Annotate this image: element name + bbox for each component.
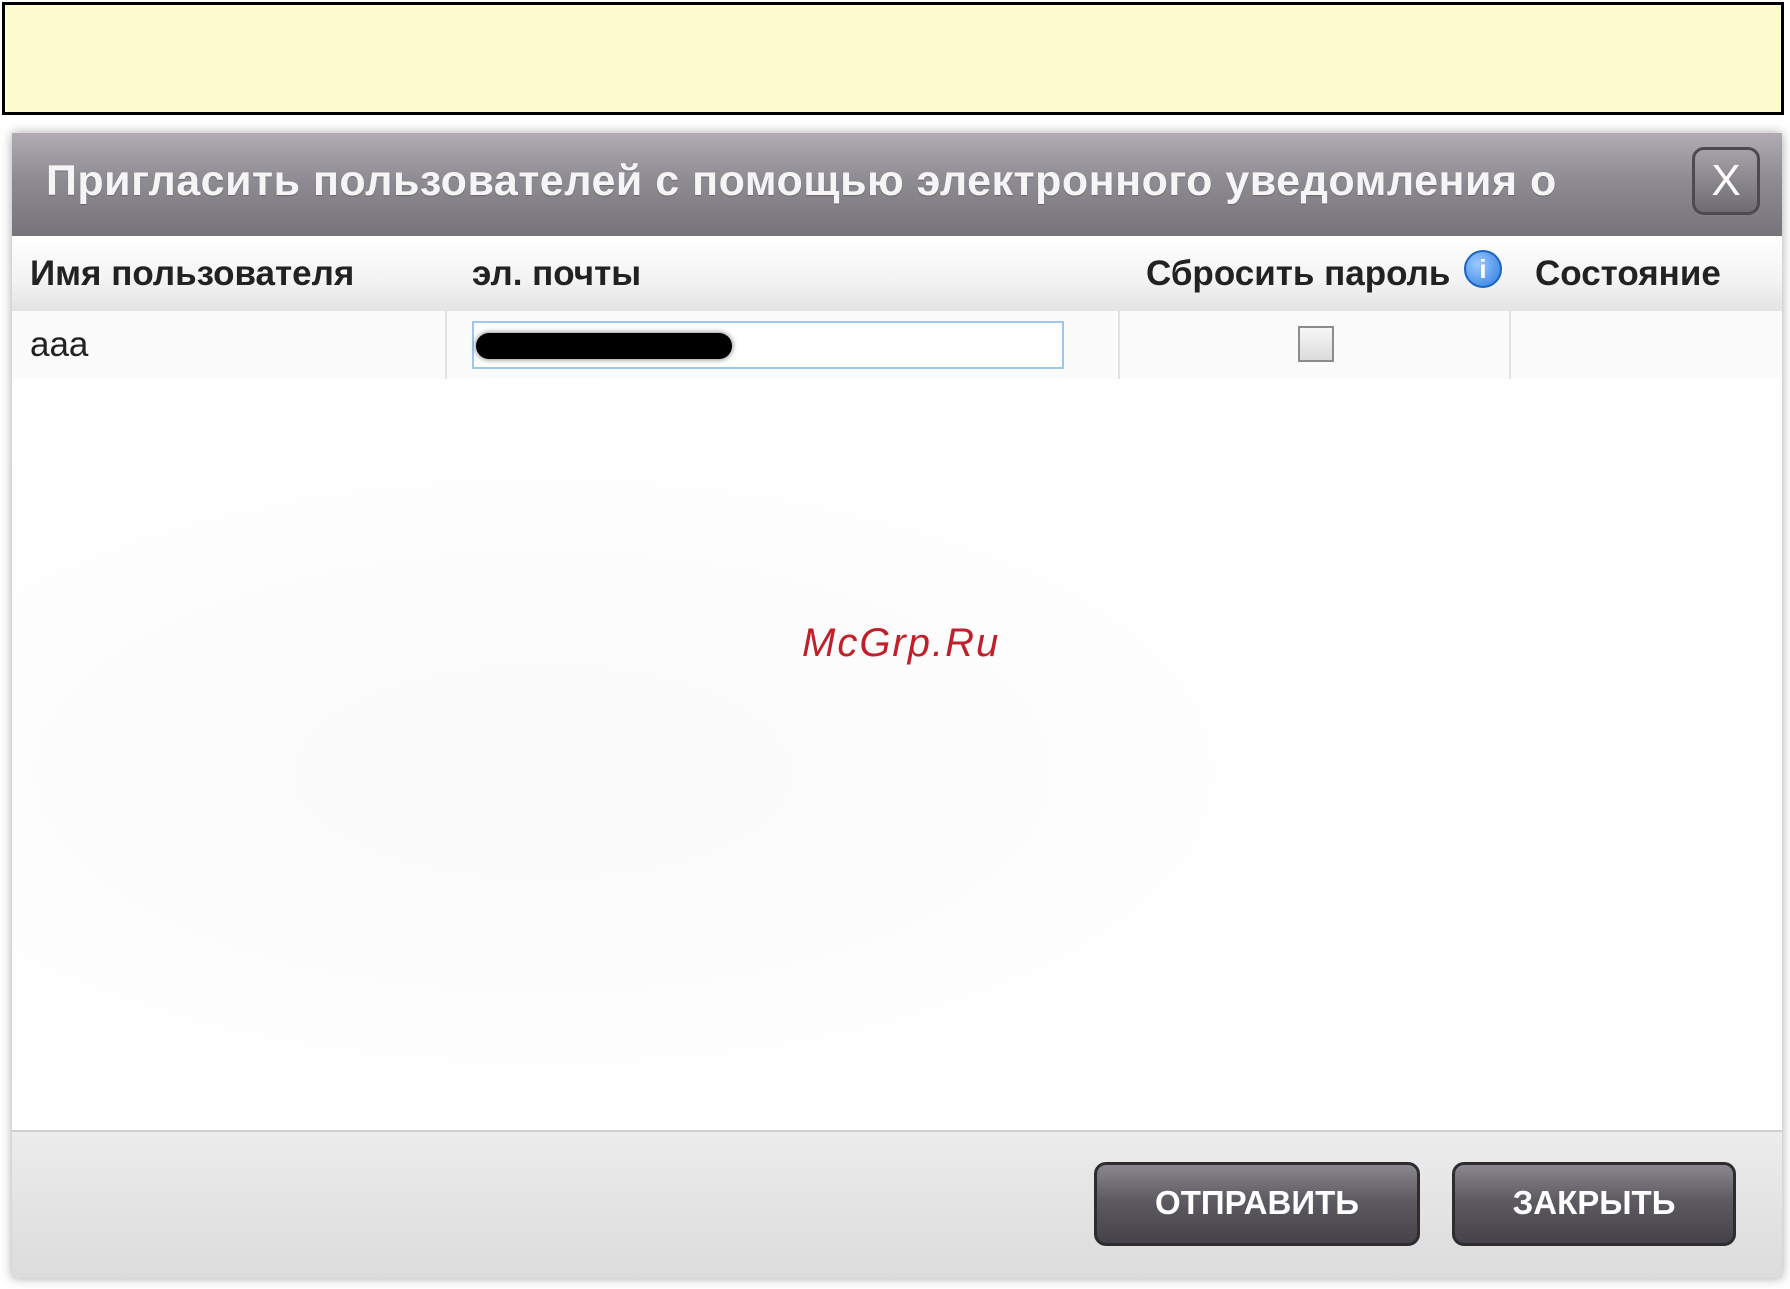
note-banner <box>2 2 1784 115</box>
table-header: Имя пользователя эл. почты Сбросить паро… <box>12 236 1782 311</box>
invite-users-dialog: Пригласить пользователей с помощью элект… <box>12 133 1782 1278</box>
redaction-mark <box>476 333 732 359</box>
column-divider <box>1509 311 1511 379</box>
column-header-username: Имя пользователя <box>30 254 355 293</box>
column-divider <box>1118 311 1120 379</box>
close-button[interactable]: ЗАКРЫТЬ <box>1452 1162 1736 1246</box>
column-header-email: эл. почты <box>472 254 642 293</box>
dialog-footer: ОТПРАВИТЬ ЗАКРЫТЬ <box>12 1130 1782 1278</box>
dialog-content: Имя пользователя эл. почты Сбросить паро… <box>12 236 1782 1130</box>
watermark: McGrp.Ru <box>802 621 1001 665</box>
table-row: aaa <box>12 311 1782 379</box>
column-header-reset-password: Сбросить пароль <box>1146 254 1451 293</box>
dialog-titlebar: Пригласить пользователей с помощью элект… <box>12 133 1782 236</box>
column-divider <box>445 311 447 379</box>
send-button[interactable]: ОТПРАВИТЬ <box>1094 1162 1420 1246</box>
info-icon[interactable]: i <box>1464 250 1502 288</box>
username-cell: aaa <box>30 325 89 364</box>
column-header-status: Состояние <box>1535 254 1721 293</box>
close-icon[interactable]: X <box>1692 147 1760 215</box>
dialog-title: Пригласить пользователей с помощью элект… <box>46 157 1557 236</box>
reset-password-checkbox[interactable] <box>1298 326 1334 362</box>
